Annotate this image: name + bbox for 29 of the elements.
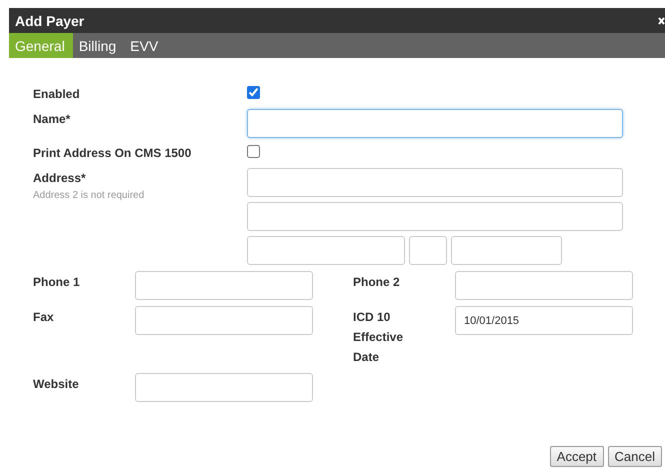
field-label: Phone 2 <box>353 274 401 291</box>
dialog-button[interactable]: Accept <box>550 446 604 467</box>
checkbox[interactable] <box>247 86 260 99</box>
field-label: Fax <box>33 309 55 326</box>
field-hint: Address 2 is not required <box>33 190 146 201</box>
input-field[interactable] <box>455 271 633 300</box>
close-icon[interactable] <box>658 16 665 24</box>
field-label: Address* <box>33 170 87 187</box>
field-label: Website <box>33 376 80 393</box>
field-label: Print Address On CMS 1500 <box>33 145 192 162</box>
input-field[interactable] <box>247 202 623 231</box>
tab[interactable]: Billing <box>72 33 124 58</box>
input-field[interactable] <box>247 168 623 197</box>
input-field[interactable] <box>135 306 313 335</box>
field-label: Enabled <box>33 86 81 103</box>
input-field[interactable] <box>247 109 623 138</box>
checkbox[interactable] <box>247 145 260 158</box>
tab[interactable]: EVV <box>124 33 166 58</box>
input-field[interactable] <box>409 236 447 265</box>
input-field[interactable] <box>135 271 313 300</box>
field-label: ICD 10 Effective Date <box>353 309 404 366</box>
dialog-title: Add Payer <box>15 12 84 28</box>
field-label: Name* <box>33 111 72 128</box>
input-field[interactable]: 10/01/2015 <box>455 306 633 335</box>
input-field[interactable] <box>451 236 562 265</box>
dialog-button[interactable]: Cancel <box>608 446 662 467</box>
field-label: Phone 1 <box>33 274 81 291</box>
input-field[interactable] <box>135 373 313 402</box>
input-field[interactable] <box>247 236 405 265</box>
